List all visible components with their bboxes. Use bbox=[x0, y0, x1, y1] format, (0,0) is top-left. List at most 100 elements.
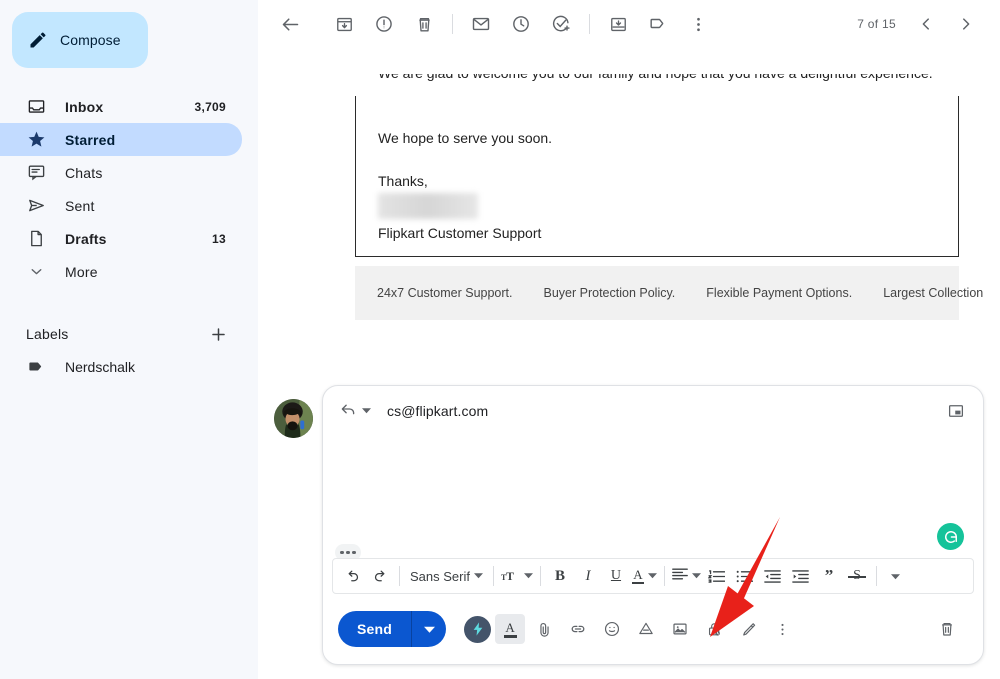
discard-draft-icon[interactable] bbox=[932, 614, 962, 644]
report-spam-icon[interactable] bbox=[364, 4, 404, 44]
overflow-caret-down-icon[interactable] bbox=[882, 562, 910, 590]
sidebar-item-more[interactable]: More bbox=[0, 255, 242, 288]
sidebar-item-inbox[interactable]: Inbox 3,709 bbox=[0, 90, 242, 123]
draft-icon bbox=[26, 229, 46, 249]
toolbar-divider bbox=[664, 566, 665, 586]
footer-item: Largest Collection bbox=[883, 286, 983, 300]
gemini-lightning-icon[interactable] bbox=[464, 616, 491, 643]
message-footer-bar: 24x7 Customer Support. Buyer Protection … bbox=[355, 266, 959, 320]
message-signature: Flipkart Customer Support bbox=[356, 225, 958, 241]
font-family-selector[interactable]: Sans Serif bbox=[405, 562, 488, 590]
compose-actions-bar: Send A bbox=[332, 605, 974, 653]
sidebar-label-text: Nerdschalk bbox=[65, 359, 135, 375]
sidebar-label-nerdschalk[interactable]: Nerdschalk bbox=[0, 350, 242, 383]
recipient-address[interactable]: cs@flipkart.com bbox=[387, 403, 943, 419]
reply-compose: cs@flipkart.com bbox=[274, 385, 984, 665]
footer-item: Flexible Payment Options. bbox=[706, 286, 852, 300]
footer-item: 24x7 Customer Support. bbox=[377, 286, 513, 300]
message-clipped-line: We are glad to welcome you to our family… bbox=[378, 74, 933, 81]
indent-decrease-icon[interactable] bbox=[759, 562, 787, 590]
svg-text:T: T bbox=[506, 570, 514, 583]
chevron-right-icon[interactable] bbox=[946, 4, 986, 44]
reply-type-selector[interactable] bbox=[339, 400, 371, 423]
mark-unread-icon[interactable] bbox=[461, 4, 501, 44]
numbered-list-icon[interactable] bbox=[703, 562, 731, 590]
bulleted-list-icon[interactable] bbox=[731, 562, 759, 590]
sidebar-item-label: Sent bbox=[65, 198, 207, 214]
message-line: We hope to serve you soon. bbox=[356, 130, 958, 146]
popout-reply-icon[interactable] bbox=[943, 398, 969, 424]
insert-signature-icon[interactable] bbox=[733, 614, 763, 644]
send-options-caret-down-icon[interactable] bbox=[412, 611, 446, 647]
sidebar-item-chats[interactable]: Chats bbox=[0, 156, 242, 189]
insert-emoji-icon[interactable] bbox=[597, 614, 627, 644]
send-button[interactable]: Send bbox=[338, 611, 446, 647]
main-pane: 7 of 15 We are glad to welcome you to ou… bbox=[258, 0, 1000, 679]
grammarly-icon[interactable] bbox=[937, 523, 964, 550]
gmail-window: Compose Inbox 3,709 Starred bbox=[0, 0, 1000, 679]
chat-icon bbox=[26, 163, 46, 183]
sidebar-item-starred[interactable]: Starred bbox=[0, 123, 242, 156]
caret-down-icon bbox=[362, 402, 371, 420]
sidebar-item-drafts[interactable]: Drafts 13 bbox=[0, 222, 242, 255]
label-tag-icon bbox=[26, 357, 46, 377]
labels-header: Labels bbox=[0, 318, 258, 350]
chevron-down-icon bbox=[26, 262, 46, 282]
message-line: Thanks, bbox=[356, 173, 958, 189]
archive-icon[interactable] bbox=[324, 4, 364, 44]
indent-increase-icon[interactable] bbox=[787, 562, 815, 590]
sidebar-item-sent[interactable]: Sent bbox=[0, 189, 242, 222]
toolbar-divider bbox=[876, 566, 877, 586]
bold-button[interactable]: B bbox=[546, 562, 574, 590]
more-vertical-icon[interactable] bbox=[767, 614, 797, 644]
compose-button[interactable]: Compose bbox=[12, 12, 148, 68]
avatar bbox=[274, 399, 313, 438]
undo-icon[interactable] bbox=[338, 562, 366, 590]
more-vertical-icon[interactable] bbox=[678, 4, 718, 44]
italic-button[interactable]: I bbox=[574, 562, 602, 590]
recipient-row: cs@flipkart.com bbox=[323, 386, 983, 436]
attach-file-icon[interactable] bbox=[529, 614, 559, 644]
underline-button[interactable]: U bbox=[602, 562, 630, 590]
trash-icon[interactable] bbox=[404, 4, 444, 44]
quote-button[interactable]: ” bbox=[815, 562, 843, 590]
sidebar-item-label: Inbox bbox=[65, 99, 175, 115]
text-color-button[interactable]: A bbox=[630, 562, 659, 590]
sidebar-item-label: More bbox=[65, 264, 207, 280]
sidebar-item-label: Chats bbox=[65, 165, 207, 181]
sidebar-item-count: 3,709 bbox=[194, 100, 226, 114]
insert-photo-icon[interactable] bbox=[665, 614, 695, 644]
send-button-label: Send bbox=[338, 621, 411, 637]
plus-icon[interactable] bbox=[208, 324, 228, 344]
sidebar-item-label: Drafts bbox=[65, 231, 193, 247]
align-button[interactable] bbox=[670, 562, 703, 590]
align-left-icon bbox=[672, 567, 688, 586]
toolbar-divider bbox=[589, 14, 590, 34]
bold-label: B bbox=[555, 568, 565, 585]
underline-label: U bbox=[611, 568, 621, 584]
chevron-left-icon[interactable] bbox=[906, 4, 946, 44]
redo-icon[interactable] bbox=[366, 562, 394, 590]
label-icon[interactable] bbox=[638, 4, 678, 44]
snooze-clock-icon[interactable] bbox=[501, 4, 541, 44]
caret-down-icon bbox=[692, 567, 701, 585]
toolbar-divider bbox=[493, 566, 494, 586]
back-arrow-icon[interactable] bbox=[270, 4, 310, 44]
strikethrough-button[interactable]: S bbox=[843, 562, 871, 590]
sidebar-item-label: Starred bbox=[65, 132, 207, 148]
formatting-options-icon[interactable]: A bbox=[495, 614, 525, 644]
toolbar-divider bbox=[452, 14, 453, 34]
toolbar-divider bbox=[399, 566, 400, 586]
confidential-mode-icon[interactable] bbox=[699, 614, 729, 644]
move-to-icon[interactable] bbox=[598, 4, 638, 44]
message-clipped-line-region: We are glad to welcome you to our family… bbox=[356, 74, 958, 96]
font-size-selector[interactable]: TT bbox=[499, 562, 535, 590]
text-color-label: A bbox=[633, 568, 642, 581]
sidebar-nav: Inbox 3,709 Starred Chats bbox=[0, 90, 258, 288]
quote-label: ” bbox=[825, 566, 834, 586]
add-to-tasks-icon[interactable] bbox=[541, 4, 581, 44]
insert-link-icon[interactable] bbox=[563, 614, 593, 644]
font-family-value: Sans Serif bbox=[410, 569, 470, 584]
insert-drive-icon[interactable] bbox=[631, 614, 661, 644]
compose-body[interactable] bbox=[323, 436, 983, 556]
